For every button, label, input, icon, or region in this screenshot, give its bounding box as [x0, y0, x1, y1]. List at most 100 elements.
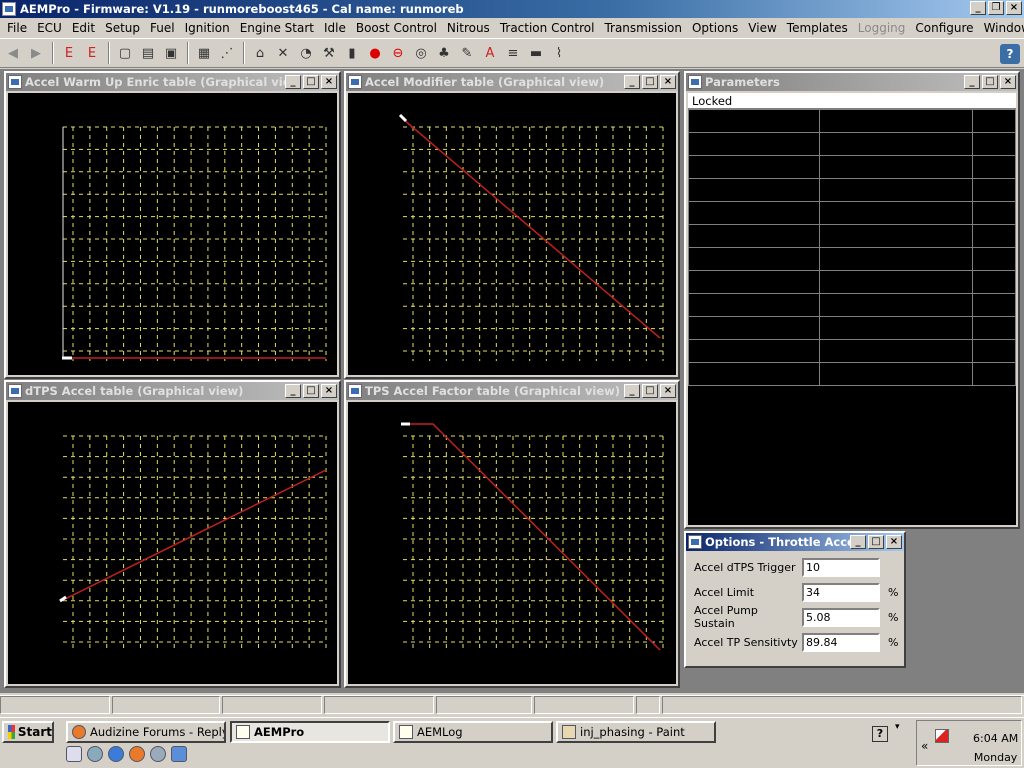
menu-edit[interactable]: Edit	[67, 21, 100, 35]
accel-pump-sustain-input[interactable]	[802, 607, 880, 627]
maximize-button[interactable]: □	[868, 535, 884, 549]
table-cell[interactable]	[972, 293, 1016, 317]
menu-options[interactable]: Options	[687, 21, 743, 35]
table-cell[interactable]	[688, 132, 820, 156]
timing-icon[interactable]: ◎	[410, 42, 432, 64]
help-icon[interactable]: ?	[1000, 44, 1020, 64]
help-question-icon[interactable]: ?	[872, 726, 888, 742]
maximize-button[interactable]: □	[642, 384, 658, 398]
media-player-icon[interactable]	[87, 746, 103, 762]
parameters-window[interactable]: Parameters _ □ × Locked	[684, 71, 1020, 529]
task-aempro[interactable]: AEMPro	[230, 721, 390, 743]
table-cell[interactable]	[688, 155, 820, 179]
stop-icon[interactable]: ●	[364, 42, 386, 64]
network-icon[interactable]	[150, 746, 166, 762]
table-cell[interactable]	[818, 224, 974, 248]
new-file-icon[interactable]: ▢	[114, 42, 136, 64]
accel-modifier-window[interactable]: Accel Modifier table (Graphical view) _ □…	[344, 71, 680, 379]
graph-icon[interactable]: ⋰	[216, 42, 238, 64]
table-cell[interactable]	[818, 339, 974, 363]
app-restore-button[interactable]: ❐	[988, 1, 1004, 15]
ecu-write-icon[interactable]: E	[81, 42, 103, 64]
close-button[interactable]: ×	[321, 384, 337, 398]
task-paint[interactable]: inj_phasing - Paint	[556, 721, 716, 743]
menu-logging[interactable]: Logging	[853, 21, 911, 35]
menu-boost-control[interactable]: Boost Control	[351, 21, 442, 35]
table-cell[interactable]	[688, 293, 820, 317]
task-aemlog[interactable]: AEMLog	[393, 721, 553, 743]
table-cell[interactable]	[972, 224, 1016, 248]
table-cell[interactable]	[818, 270, 974, 294]
minimize-button[interactable]: _	[285, 384, 301, 398]
network-alert-icon[interactable]	[935, 729, 949, 743]
menu-ignition[interactable]: Ignition	[180, 21, 235, 35]
menu-file[interactable]: File	[2, 21, 32, 35]
maximize-button[interactable]: □	[982, 75, 998, 89]
minimize-button[interactable]: _	[850, 535, 866, 549]
menu-nitrous[interactable]: Nitrous	[442, 21, 495, 35]
wrench-icon[interactable]: ⚒	[318, 42, 340, 64]
minimize-button[interactable]: _	[285, 75, 301, 89]
menu-window[interactable]: Window	[979, 21, 1024, 35]
table-cell[interactable]	[972, 316, 1016, 340]
table-cell[interactable]	[972, 132, 1016, 156]
maximize-button[interactable]: □	[642, 75, 658, 89]
firefox-icon[interactable]	[129, 746, 145, 762]
menu-transmission[interactable]: Transmission	[599, 21, 687, 35]
minimize-button[interactable]: _	[624, 75, 640, 89]
minimize-button[interactable]: _	[964, 75, 980, 89]
tools-icon[interactable]: ✕	[272, 42, 294, 64]
show-desktop-icon[interactable]	[66, 746, 82, 762]
table-cell[interactable]	[972, 362, 1016, 386]
table-cell[interactable]	[818, 109, 974, 133]
menu-engine-start[interactable]: Engine Start	[235, 21, 319, 35]
language-bar-icon[interactable]: ▾	[895, 722, 900, 732]
menu-idle[interactable]: Idle	[319, 21, 351, 35]
table-cell[interactable]	[688, 339, 820, 363]
dtps-accel-window[interactable]: dTPS Accel table (Graphical view) _ □ ×	[4, 380, 341, 688]
menu-configure[interactable]: Configure	[910, 21, 978, 35]
close-button[interactable]: ×	[1000, 75, 1016, 89]
table-icon[interactable]: ▦	[193, 42, 215, 64]
equalizer-icon[interactable]: ≡	[502, 42, 524, 64]
table-cell[interactable]	[688, 178, 820, 202]
injector-icon[interactable]: ✎	[456, 42, 478, 64]
app-minimize-button[interactable]: _	[970, 1, 986, 15]
menu-setup[interactable]: Setup	[100, 21, 145, 35]
table-cell[interactable]	[818, 178, 974, 202]
chart-icon[interactable]: ⌇	[548, 42, 570, 64]
tray-expand-icon[interactable]: «	[921, 739, 928, 753]
close-button[interactable]: ×	[321, 75, 337, 89]
auto-icon[interactable]: A	[479, 42, 501, 64]
tps-accel-factor-window[interactable]: TPS Accel Factor table (Graphical view) …	[344, 380, 680, 688]
table-cell[interactable]	[972, 339, 1016, 363]
table-cell[interactable]	[818, 201, 974, 225]
open-file-icon[interactable]: ▤	[137, 42, 159, 64]
menu-traction-control[interactable]: Traction Control	[495, 21, 600, 35]
table-cell[interactable]	[688, 224, 820, 248]
task-audizine[interactable]: Audizine Forums - Reply ...	[66, 721, 226, 743]
table-cell[interactable]	[688, 201, 820, 225]
menu-view[interactable]: View	[743, 21, 781, 35]
table-cell[interactable]	[972, 109, 1016, 133]
app-close-button[interactable]: ×	[1006, 1, 1022, 15]
table-cell[interactable]	[972, 155, 1016, 179]
menu-fuel[interactable]: Fuel	[145, 21, 180, 35]
back-arrow-icon[interactable]: ◀	[2, 42, 24, 64]
table-cell[interactable]	[688, 362, 820, 386]
save-file-icon[interactable]: ▣	[160, 42, 182, 64]
maximize-button[interactable]: □	[303, 384, 319, 398]
table-cell[interactable]	[688, 270, 820, 294]
close-button[interactable]: ×	[660, 384, 676, 398]
car-icon[interactable]: ▬	[525, 42, 547, 64]
table-cell[interactable]	[972, 178, 1016, 202]
internet-explorer-icon[interactable]	[108, 746, 124, 762]
close-button[interactable]: ×	[660, 75, 676, 89]
app-launch-icon[interactable]	[171, 746, 187, 762]
forward-arrow-icon[interactable]: ▶	[25, 42, 47, 64]
clock[interactable]: 6:04 AM Monday	[973, 729, 1018, 767]
table-cell[interactable]	[818, 293, 974, 317]
cursor-marker[interactable]	[398, 113, 408, 123]
maximize-button[interactable]: □	[303, 75, 319, 89]
engine-icon[interactable]: ⌂	[249, 42, 271, 64]
